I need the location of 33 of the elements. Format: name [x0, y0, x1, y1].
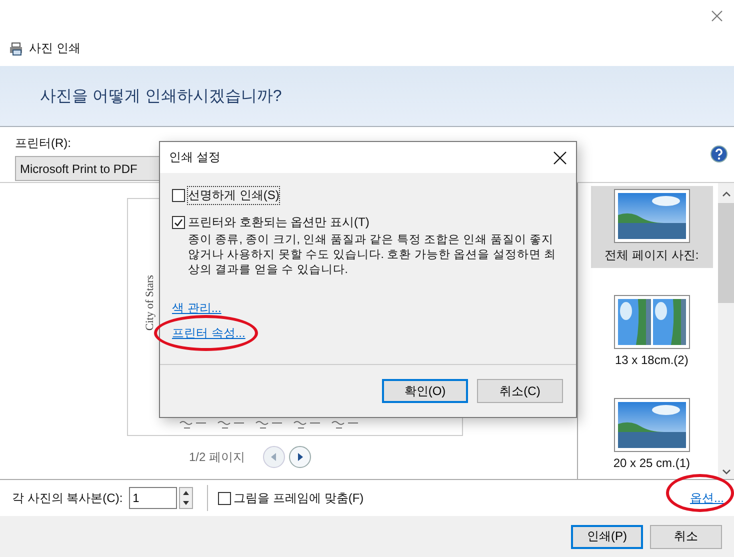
printer-icon — [9, 42, 23, 56]
option-checkbox[interactable]: 선명하게 인쇄(S) — [172, 187, 564, 204]
left-triangle-icon — [270, 453, 278, 461]
copies-label: 각 사진의 복사본(C): — [12, 490, 123, 506]
page-title: City of Stars — [144, 275, 156, 331]
caret-down-icon[interactable] — [722, 469, 730, 475]
dialog-link[interactable]: 색 관리... — [172, 301, 222, 315]
option-checkbox[interactable]: 프린터와 호환되는 옵션만 표시(T) — [172, 214, 564, 231]
layout-option[interactable]: 전체 페이지 사진: — [590, 186, 713, 268]
caret-up-icon[interactable] — [722, 191, 730, 197]
cancel-button[interactable]: 취소(C) — [477, 379, 563, 403]
close-icon[interactable] — [553, 150, 567, 164]
ok-button[interactable]: 확인(O) — [382, 379, 468, 403]
print-button[interactable]: 인쇄(P) — [571, 524, 643, 548]
next-page-button[interactable] — [289, 446, 312, 468]
option-description: 종이 종류, 종이 크기, 인쇄 품질과 같은 특정 조합은 인쇄 품질이 좋지 않거나 사용하지 못할 수도 있습니다. 호환 가능한 옵션을 설정하면 최상의 결과를 얻을 수 있습니다. — [187, 233, 557, 278]
printer-label: 프린터(R): — [15, 135, 72, 152]
options-link[interactable]: 옵션... — [690, 490, 724, 504]
right-triangle-icon — [296, 453, 304, 461]
header-question: 사진을 어떻게 인쇄하시겠습니까? — [40, 86, 282, 106]
copies-field[interactable]: 1 — [128, 487, 177, 509]
check-icon — [173, 217, 184, 228]
cancel-button[interactable]: 취소 — [650, 524, 722, 548]
fit-frame-checkbox[interactable]: 그림을 프레임에 맞춤(F) — [218, 490, 364, 506]
dialog-link[interactable]: 프린터 속성... — [172, 326, 246, 340]
help-icon[interactable] — [710, 145, 728, 163]
layout-option[interactable]: 13 x 18cm.(2) — [590, 292, 713, 371]
layout-option[interactable]: 20 x 25 cm.(1) — [590, 395, 713, 474]
annotation-ellipse — [666, 474, 734, 512]
window-title: 사진 인쇄 — [29, 40, 80, 57]
page-indicator: 1/2 페이지 — [189, 448, 246, 466]
copies-spinner[interactable] — [178, 487, 193, 509]
scrollbar[interactable] — [718, 183, 734, 479]
